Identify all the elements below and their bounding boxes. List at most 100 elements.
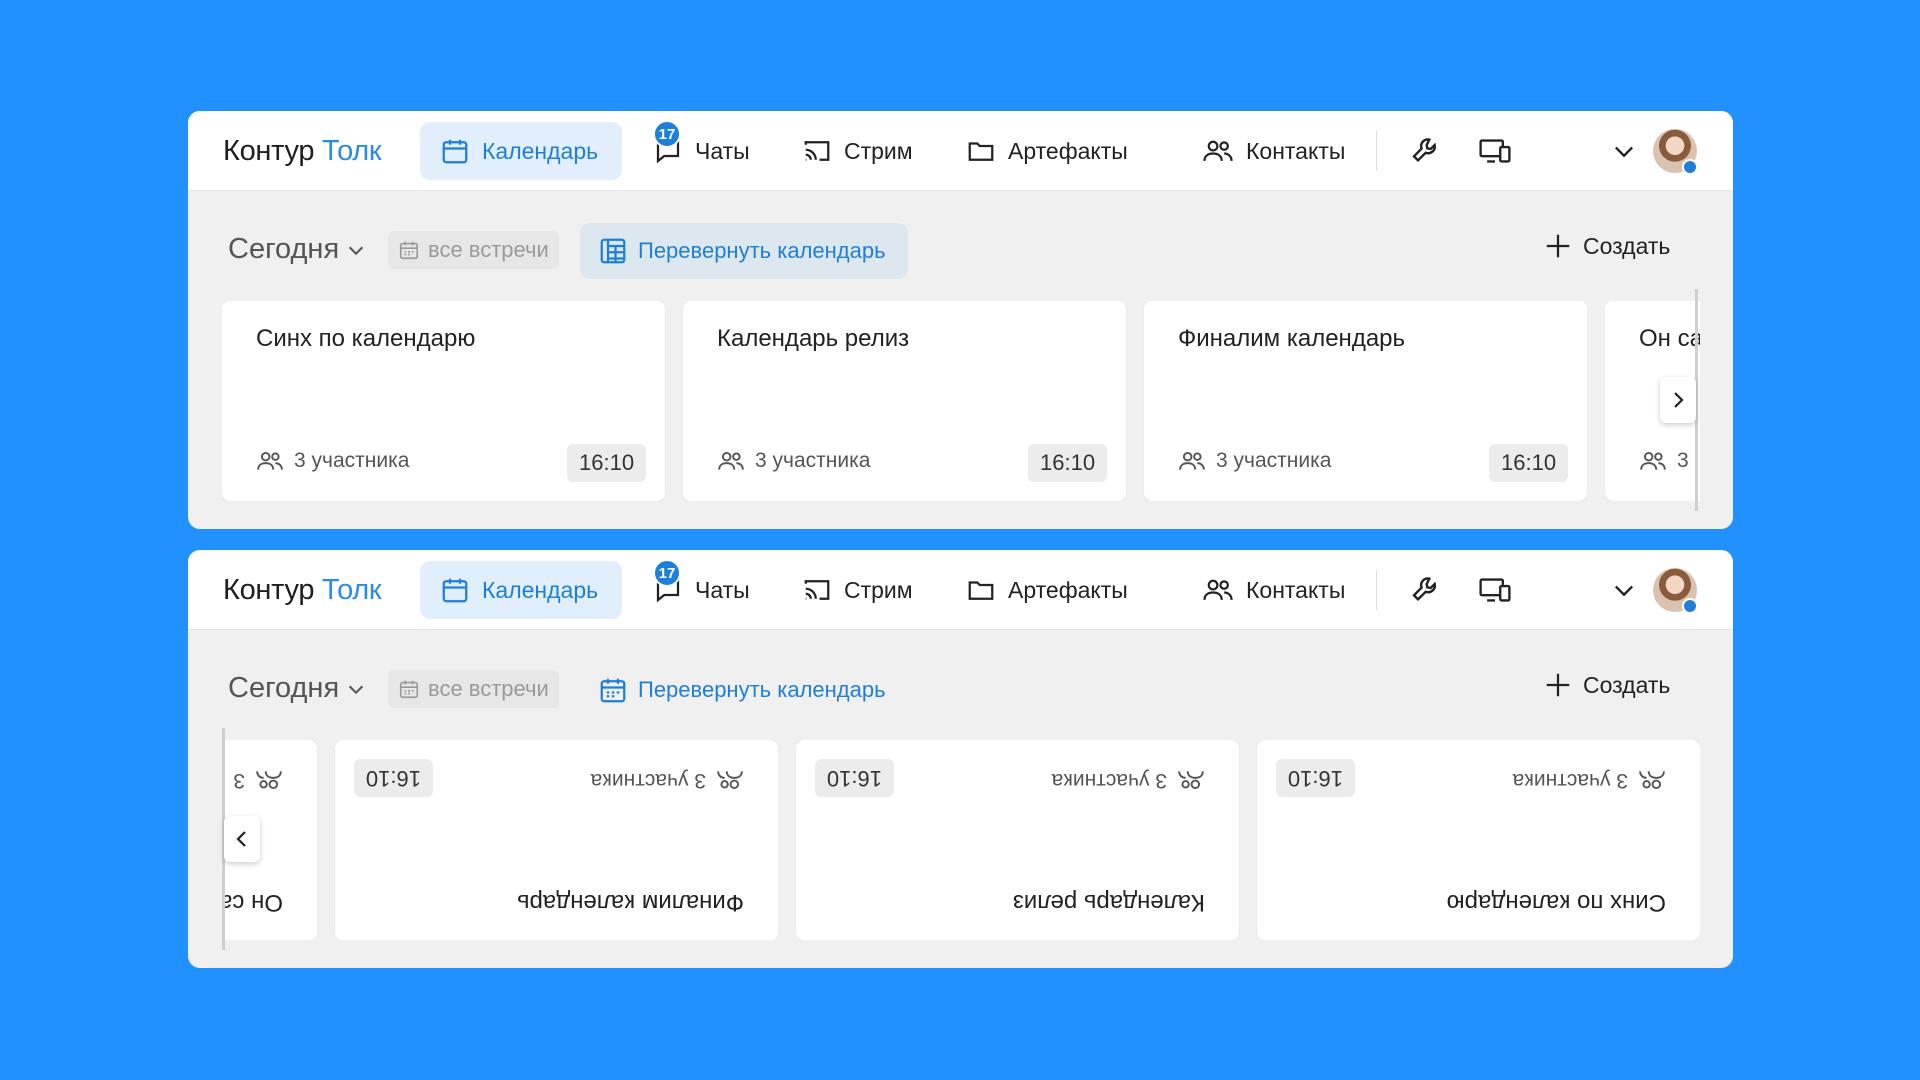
meeting-card[interactable]: Календарь релиз 3 участника 16:10 — [683, 301, 1126, 501]
users-icon — [1203, 140, 1233, 161]
app-logo[interactable]: Контур Толк — [223, 135, 382, 168]
calendar-icon — [399, 680, 419, 699]
today-label: Сегодня — [228, 672, 340, 704]
nav-artifacts[interactable]: Артефакты — [946, 122, 1148, 180]
meeting-card[interactable]: Финалим календарь 3 участника 16:10 — [1144, 301, 1587, 501]
carousel-prev-button[interactable] — [224, 816, 260, 862]
chats-unread-badge: 17 — [653, 559, 681, 587]
calendar-panel-flipped: Контур Толк Календарь 17 Чаты Стрим Арте… — [188, 550, 1733, 968]
nav-stream[interactable]: Стрим — [782, 122, 933, 180]
nav-contacts-label: Контакты — [1246, 576, 1346, 603]
participants-count: 3 — [233, 769, 245, 792]
calendar-panel-normal: Контур Толк Календарь 17 Чаты Стрим Арте… — [188, 111, 1733, 529]
nav-contacts[interactable]: Контакты — [1182, 122, 1365, 180]
meeting-card[interactable]: Синх по календарю 3 участника 16:10 — [222, 301, 665, 501]
users-icon — [1203, 579, 1233, 600]
flip-calendar-label: Перевернуть календарь — [638, 238, 886, 263]
account-menu-toggle[interactable] — [1606, 572, 1642, 608]
online-status-dot — [1682, 159, 1698, 175]
users-icon — [718, 451, 744, 470]
meeting-time-badge: 16:10 — [1275, 759, 1355, 797]
cast-icon — [804, 580, 830, 600]
meeting-cards-carousel: Синх по календарю 3 участника 16:10 Кале… — [222, 301, 1700, 501]
nav-stream-label: Стрим — [844, 137, 913, 164]
folder-icon — [968, 581, 994, 600]
flip-calendar-label: Перевернуть календарь — [638, 677, 886, 702]
chevron-down-icon — [1615, 585, 1633, 597]
devices-button[interactable] — [1477, 572, 1513, 608]
meeting-title: Финалим календарь — [516, 889, 744, 916]
flip-calendar-button[interactable]: Перевернуть календарь — [580, 223, 908, 279]
meeting-time-badge: 16:10 — [1489, 444, 1569, 482]
nav-calendar[interactable]: Календарь — [420, 122, 622, 180]
wrench-icon — [1412, 577, 1437, 602]
nav-divider — [1376, 131, 1377, 171]
create-button[interactable]: Создать — [1543, 231, 1670, 261]
all-meetings-filter[interactable]: все встречи — [388, 231, 559, 269]
all-meetings-filter[interactable]: все встречи — [388, 670, 559, 708]
settings-button[interactable] — [1408, 572, 1444, 608]
app-logo[interactable]: Контур Толк — [223, 574, 382, 607]
nav-chats[interactable]: 17 Чаты — [633, 120, 770, 180]
meeting-participants: 3 участника — [1513, 767, 1666, 793]
meeting-time-badge: 16:10 — [353, 759, 433, 797]
create-label: Создать — [1583, 232, 1671, 259]
carousel-next-button[interactable] — [1660, 377, 1696, 423]
participants-count: 3 участника — [1512, 769, 1628, 792]
chevron-down-icon — [1615, 146, 1633, 158]
devices-icon — [1479, 578, 1511, 602]
meeting-title: Он са — [222, 889, 283, 916]
calendar-icon — [442, 139, 468, 164]
logo-brand: Контур — [223, 135, 315, 167]
meeting-card[interactable]: Синх по календарю 3 участника 16:10 — [1257, 740, 1700, 940]
nav-divider — [1376, 570, 1377, 610]
create-button[interactable]: Создать — [1543, 670, 1670, 700]
today-label: Сегодня — [228, 233, 340, 265]
users-icon — [717, 771, 743, 790]
meeting-card[interactable]: Календарь релиз 3 участника 16:10 — [796, 740, 1239, 940]
settings-button[interactable] — [1408, 133, 1444, 169]
nav-chats-label: Чаты — [695, 137, 750, 164]
meeting-participants: 3 участника — [256, 448, 409, 474]
meeting-title: Синх по календарю — [1446, 889, 1666, 916]
meeting-participants: 3 участника — [1052, 767, 1205, 793]
meeting-time-badge: 16:10 — [814, 759, 894, 797]
users-icon — [256, 771, 282, 790]
today-dropdown[interactable]: Сегодня — [228, 233, 367, 266]
flip-calendar-icon — [600, 238, 626, 264]
cast-icon — [804, 141, 830, 161]
meeting-card[interactable]: Финалим календарь 3 участника 16:10 — [335, 740, 778, 940]
plus-icon — [1546, 673, 1570, 697]
nav-contacts[interactable]: Контакты — [1182, 561, 1365, 619]
nav-artifacts[interactable]: Артефакты — [946, 561, 1148, 619]
wrench-icon — [1412, 138, 1437, 163]
create-label: Создать — [1583, 671, 1671, 698]
participants-count: 3 участника — [590, 769, 706, 792]
calendar-icon — [600, 678, 626, 703]
nav-chats[interactable]: 17 Чаты — [633, 559, 770, 619]
cards-track: Синх по календарю 3 участника 16:10 Кале… — [222, 740, 1700, 940]
participants-count: 3 — [1677, 449, 1689, 472]
meeting-title: Календарь релиз — [717, 325, 910, 352]
nav-stream-label: Стрим — [844, 576, 913, 603]
logo-brand-accent: Толк — [321, 574, 382, 606]
participants-count: 3 участника — [1051, 769, 1167, 792]
account-menu-toggle[interactable] — [1606, 133, 1642, 169]
nav-calendar[interactable]: Календарь — [420, 561, 622, 619]
nav-artifacts-label: Артефакты — [1008, 137, 1128, 164]
logo-brand-accent: Толк — [321, 135, 382, 167]
plus-icon — [1546, 234, 1570, 258]
flip-calendar-button[interactable]: Перевернуть календарь — [580, 662, 908, 718]
devices-button[interactable] — [1477, 133, 1513, 169]
calendar-toolbar: Сегодня все встречи Перевернуть календар… — [188, 223, 1733, 281]
meeting-time-badge: 16:10 — [567, 444, 647, 482]
nav-artifacts-label: Артефакты — [1008, 576, 1128, 603]
meeting-time-badge: 16:10 — [1028, 444, 1108, 482]
nav-calendar-label: Календарь — [482, 137, 599, 164]
today-dropdown[interactable]: Сегодня — [228, 672, 367, 705]
meeting-participants: 3 — [233, 767, 283, 793]
users-icon — [1179, 451, 1205, 470]
nav-stream[interactable]: Стрим — [782, 561, 933, 619]
participants-count: 3 участника — [294, 449, 410, 472]
calendar-toolbar: Сегодня все встречи Перевернуть календар… — [188, 664, 1733, 720]
